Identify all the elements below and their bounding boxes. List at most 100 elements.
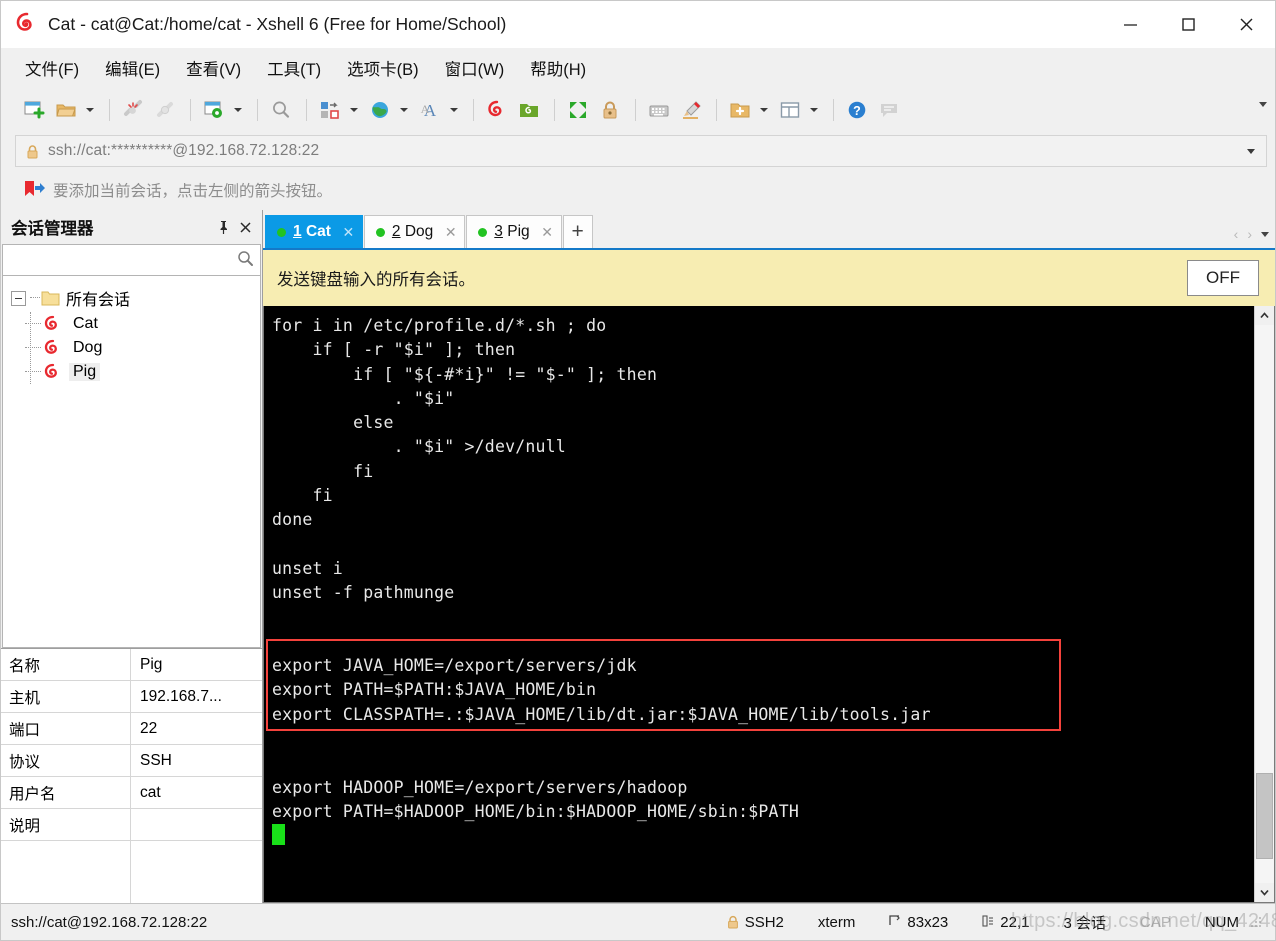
- property-key: 主机: [1, 681, 131, 712]
- scroll-down-icon[interactable]: [1255, 883, 1274, 902]
- menu-window[interactable]: 窗口(W): [443, 53, 507, 83]
- add-folder-icon[interactable]: [725, 95, 755, 125]
- session-search-input[interactable]: [11, 251, 237, 269]
- session-properties-icon[interactable]: [199, 95, 229, 125]
- transfer-dropdown[interactable]: [347, 95, 360, 125]
- scrollbar-thumb[interactable]: [1256, 773, 1273, 859]
- toolbar-overflow-button[interactable]: [1259, 102, 1267, 107]
- menu-tabs[interactable]: 选项卡(B): [345, 53, 421, 83]
- table-row: 用户名 cat: [1, 777, 262, 809]
- globe-icon[interactable]: [365, 95, 395, 125]
- chevron-down-icon[interactable]: [1242, 149, 1260, 154]
- banner-text: 发送键盘输入的所有会话。: [277, 271, 475, 289]
- terminal-screen[interactable]: for i in /etc/profile.d/*.sh ; do if [ -…: [264, 306, 1254, 902]
- svg-text:A: A: [421, 102, 430, 116]
- scroll-up-icon[interactable]: [1255, 306, 1274, 325]
- help-icon[interactable]: ?: [842, 95, 872, 125]
- send-all-toggle-button[interactable]: OFF: [1187, 260, 1259, 296]
- minimize-button[interactable]: [1101, 1, 1159, 47]
- lock-icon: [727, 915, 739, 929]
- session-item-dog[interactable]: Dog: [3, 336, 260, 360]
- status-bar: ssh://cat@192.168.72.128:22 https://blog…: [1, 903, 1276, 940]
- tab-label: 2 Dog: [392, 223, 433, 241]
- xftp-icon[interactable]: [514, 95, 544, 125]
- session-item-cat[interactable]: Cat: [3, 312, 260, 336]
- tab-cat[interactable]: 1 Cat ✕: [265, 215, 363, 248]
- font-icon[interactable]: A A: [415, 95, 445, 125]
- menu-edit[interactable]: 编辑(E): [103, 53, 162, 83]
- session-properties-dropdown[interactable]: [231, 95, 244, 125]
- toolbar-separator: [190, 99, 191, 121]
- add-folder-dropdown[interactable]: [757, 95, 770, 125]
- panel-close-icon[interactable]: [234, 216, 256, 238]
- collapse-icon[interactable]: [11, 290, 26, 306]
- table-row: 协议 SSH: [1, 745, 262, 777]
- tab-index: 2: [391, 223, 401, 240]
- tab-strip: 1 Cat ✕ 2 Dog ✕ 3 Pig ✕ + ‹ ›: [263, 210, 1275, 248]
- folder-icon: [41, 290, 60, 306]
- xshell-logo-icon: [15, 12, 39, 36]
- layout-icon[interactable]: [775, 95, 805, 125]
- keyboard-icon[interactable]: [644, 95, 674, 125]
- reconnect-icon[interactable]: [150, 95, 180, 125]
- new-session-icon[interactable]: [19, 95, 49, 125]
- highlight-pen-icon[interactable]: [676, 95, 706, 125]
- tab-prev-icon[interactable]: ‹: [1234, 226, 1239, 242]
- tree-root-all-sessions[interactable]: 所有会话: [3, 284, 260, 312]
- toolbar-separator: [109, 99, 110, 121]
- search-icon[interactable]: [237, 250, 254, 271]
- close-button[interactable]: [1217, 1, 1275, 47]
- table-row: 说明: [1, 809, 262, 841]
- xshell-icon[interactable]: [482, 95, 512, 125]
- open-folder-icon[interactable]: [51, 95, 81, 125]
- pin-icon[interactable]: [212, 216, 234, 238]
- menu-bar: 文件(F) 编辑(E) 查看(V) 工具(T) 选项卡(B) 窗口(W) 帮助(…: [1, 48, 1275, 88]
- find-icon[interactable]: [266, 95, 296, 125]
- scrollbar-track[interactable]: [1255, 325, 1274, 883]
- status-caps: CAP: [1139, 913, 1171, 931]
- tab-close-icon[interactable]: ✕: [444, 224, 457, 241]
- tab-next-icon[interactable]: ›: [1247, 226, 1252, 242]
- transfer-icon[interactable]: [315, 95, 345, 125]
- tab-close-icon[interactable]: ✕: [541, 224, 554, 241]
- menu-help[interactable]: 帮助(H): [528, 53, 588, 83]
- lock-icon: [26, 144, 39, 159]
- add-session-hint-text: 要添加当前会话，点击左侧的箭头按钮。: [53, 183, 333, 200]
- tab-pig[interactable]: 3 Pig ✕: [466, 215, 562, 248]
- menu-file[interactable]: 文件(F): [23, 53, 81, 83]
- globe-dropdown[interactable]: [397, 95, 410, 125]
- maximize-button[interactable]: [1159, 1, 1217, 47]
- property-key: 端口: [1, 713, 131, 744]
- tab-list-dropdown-icon[interactable]: [1261, 231, 1269, 237]
- layout-dropdown[interactable]: [807, 95, 820, 125]
- property-key: 用户名: [1, 777, 131, 808]
- lock-icon[interactable]: [595, 95, 625, 125]
- menu-tools[interactable]: 工具(T): [265, 53, 323, 83]
- status-size-group: 83x23: [889, 914, 948, 931]
- menu-view[interactable]: 查看(V): [184, 53, 243, 83]
- session-icon: [43, 339, 63, 357]
- terminal-area: 1 Cat ✕ 2 Dog ✕ 3 Pig ✕ + ‹ › 发送键盘输入的所有会…: [263, 210, 1275, 903]
- title-bar: Cat - cat@Cat:/home/cat - Xshell 6 (Free…: [1, 1, 1275, 48]
- disconnect-icon[interactable]: [118, 95, 148, 125]
- terminal-output: for i in /etc/profile.d/*.sh ; do if [ -…: [272, 316, 931, 821]
- comment-icon[interactable]: [874, 95, 904, 125]
- resize-grip[interactable]: [1249, 915, 1263, 929]
- status-right: SSH2 xterm 83x23 22,1 3 会话 CAP NUM: [727, 912, 1275, 933]
- font-dropdown[interactable]: [447, 95, 460, 125]
- session-item-pig[interactable]: Pig: [3, 360, 260, 384]
- status-connection: ssh://cat@192.168.72.128:22: [11, 913, 208, 931]
- new-tab-button[interactable]: +: [562, 215, 593, 248]
- fullscreen-icon[interactable]: [563, 95, 593, 125]
- open-folder-dropdown[interactable]: [83, 95, 96, 125]
- session-search-box[interactable]: [2, 244, 261, 276]
- address-input-box[interactable]: ssh://cat:**********@192.168.72.128:22: [15, 135, 1267, 167]
- tab-label: 1 Cat: [293, 223, 331, 241]
- toolbar-separator: [473, 99, 474, 121]
- terminal-scrollbar[interactable]: [1254, 306, 1274, 902]
- status-num: NUM: [1204, 913, 1239, 931]
- tab-close-icon[interactable]: ✕: [342, 224, 355, 241]
- property-key: 说明: [1, 809, 131, 840]
- tree-line: [25, 371, 41, 373]
- tab-dog[interactable]: 2 Dog ✕: [363, 215, 466, 248]
